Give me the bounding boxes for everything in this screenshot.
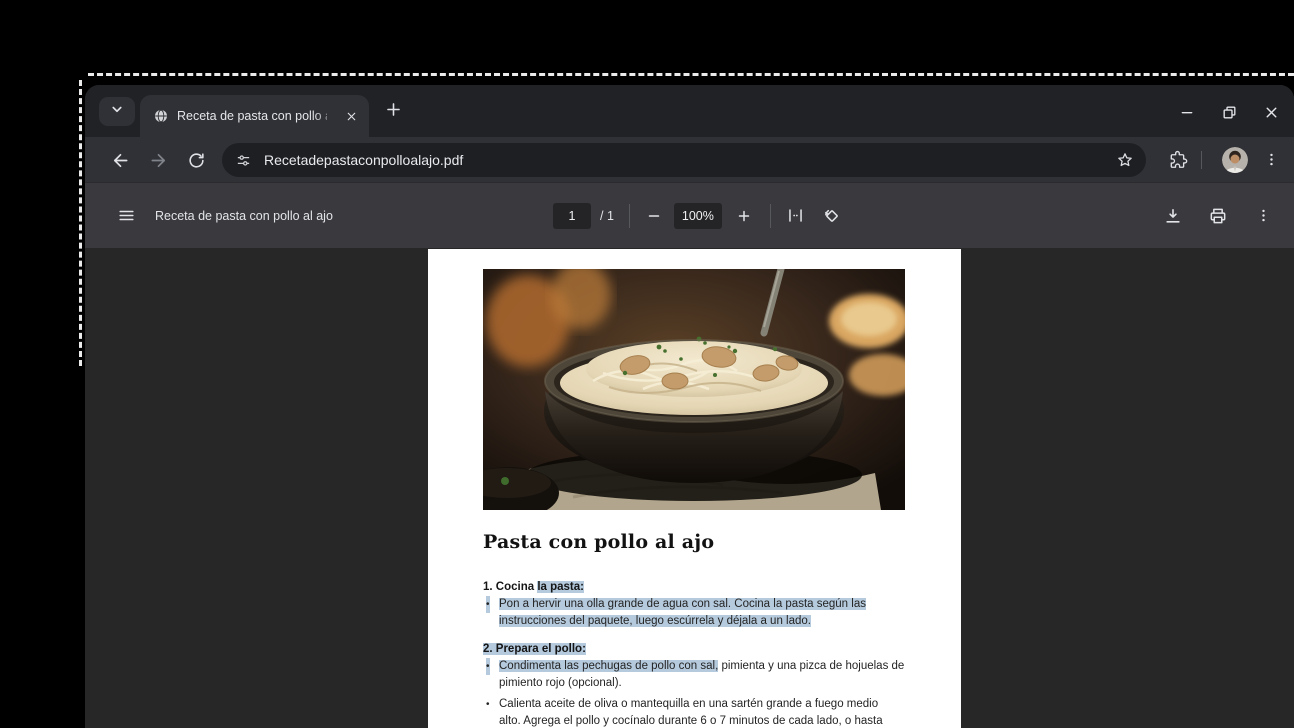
tab-receta-pdf[interactable]: Receta de pasta con pollo al ajo bbox=[140, 95, 369, 137]
zoom-out-icon[interactable] bbox=[641, 203, 667, 229]
reload-icon[interactable] bbox=[183, 147, 209, 173]
recipe-list: 1. Cocina la pasta:•Pon a hervir una oll… bbox=[483, 579, 928, 728]
recipe-line: Calienta aceite de oliva o mantequilla e… bbox=[499, 696, 928, 713]
pdf-toolbar-left: Receta de pasta con pollo al ajo bbox=[113, 183, 333, 248]
recipe-line: instrucciones del paquete, luego escúrre… bbox=[499, 613, 928, 630]
recipe-heading: 1. Cocina la pasta: bbox=[483, 579, 928, 596]
bullet-marker: • bbox=[486, 658, 490, 675]
text-segment: alto. Agrega el pollo y cocínalo durante… bbox=[499, 715, 883, 727]
capture-border-left bbox=[79, 80, 82, 366]
selected-text: Condimenta las pechugas de pollo con sal… bbox=[499, 660, 718, 672]
tab-title-fade bbox=[313, 95, 339, 137]
page-number-input[interactable]: 1 bbox=[553, 203, 591, 229]
pdf-viewport[interactable]: Pasta con pollo al ajo 1. Cocina la past… bbox=[85, 248, 1294, 728]
back-icon[interactable] bbox=[107, 147, 133, 173]
plus-icon bbox=[384, 100, 403, 124]
window-controls bbox=[1175, 100, 1283, 124]
address-bar[interactable]: Recetadepastaconpolloalajo.pdf bbox=[222, 143, 1146, 177]
zoom-level-value[interactable]: 100% bbox=[674, 203, 722, 229]
pdf-document-title: Receta de pasta con pollo al ajo bbox=[155, 209, 333, 223]
pdf-page[interactable]: Pasta con pollo al ajo 1. Cocina la past… bbox=[428, 249, 961, 728]
rotate-counterclockwise-icon[interactable] bbox=[819, 203, 845, 229]
browser-toolbar: Recetadepastaconpolloalajo.pdf bbox=[85, 137, 1294, 182]
url-text[interactable]: Recetadepastaconpolloalajo.pdf bbox=[264, 152, 1116, 168]
recipe-line: pimiento rojo (opcional). bbox=[499, 675, 928, 692]
pdf-toolbar: Receta de pasta con pollo al ajo 1 / 1 1… bbox=[85, 182, 1294, 248]
pdf-separator bbox=[770, 204, 771, 228]
window-restore-icon[interactable] bbox=[1217, 100, 1241, 124]
text-segment: pimienta y una pizca de hojuelas de bbox=[718, 660, 904, 672]
bookmark-star-icon[interactable] bbox=[1116, 151, 1134, 169]
pdf-menu-hamburger-icon[interactable] bbox=[113, 203, 139, 229]
pdf-separator bbox=[629, 204, 630, 228]
recipe-line: Pon a hervir una olla grande de agua con… bbox=[499, 596, 928, 613]
recipe-line: alto. Agrega el pollo y cocínalo durante… bbox=[499, 713, 928, 728]
window-minimize-icon[interactable] bbox=[1175, 100, 1199, 124]
selected-text: 2. Prepara el pollo: bbox=[483, 643, 586, 655]
extensions-puzzle-icon[interactable] bbox=[1165, 147, 1191, 173]
browser-menu-icon[interactable] bbox=[1258, 147, 1284, 173]
download-icon[interactable] bbox=[1160, 203, 1186, 229]
recipe-bullet: • Pon a hervir una olla grande de agua co… bbox=[483, 596, 928, 630]
bullet-marker: • bbox=[486, 696, 490, 713]
pdf-toolbar-center: 1 / 1 100% bbox=[553, 183, 845, 248]
page-total-label: / 1 bbox=[600, 209, 614, 223]
tab-search-button[interactable] bbox=[99, 97, 135, 126]
tab-strip: Receta de pasta con pollo al ajo bbox=[85, 85, 1294, 137]
new-tab-button[interactable] bbox=[381, 100, 405, 124]
screen: Receta de pasta con pollo al ajo bbox=[0, 0, 1294, 728]
toolbar-separator bbox=[1201, 151, 1202, 169]
selected-text: instrucciones del paquete, luego escúrre… bbox=[499, 615, 811, 627]
tab-close-icon[interactable] bbox=[341, 106, 361, 126]
profile-avatar[interactable] bbox=[1222, 147, 1248, 173]
document-title: Pasta con pollo al ajo bbox=[483, 531, 714, 553]
print-icon[interactable] bbox=[1205, 203, 1231, 229]
text-segment: pimiento rojo (opcional). bbox=[499, 677, 622, 689]
zoom-in-icon[interactable] bbox=[731, 203, 757, 229]
recipe-line: 2. Prepara el pollo: bbox=[483, 641, 928, 658]
selected-text: Pon a hervir una olla grande de agua con… bbox=[499, 598, 866, 610]
recipe-bullet: • Calienta aceite de oliva o mantequilla … bbox=[483, 696, 928, 728]
pdf-more-options-icon[interactable] bbox=[1250, 203, 1276, 229]
tab-title: Receta de pasta con pollo al ajo bbox=[177, 109, 327, 123]
selected-text: la pasta: bbox=[537, 581, 584, 593]
text-segment: 1. Cocina bbox=[483, 581, 537, 593]
site-settings-tune-icon[interactable] bbox=[235, 152, 252, 169]
fit-to-width-icon[interactable] bbox=[783, 203, 809, 229]
bullet-marker: • bbox=[486, 596, 490, 613]
toolbar-right-group bbox=[1165, 137, 1294, 182]
forward-icon[interactable] bbox=[145, 147, 171, 173]
window-close-icon[interactable] bbox=[1259, 100, 1283, 124]
recipe-heading: 2. Prepara el pollo: bbox=[483, 641, 928, 658]
recipe-line: Condimenta las pechugas de pollo con sal… bbox=[499, 658, 928, 675]
chevron-down-icon bbox=[108, 100, 126, 123]
browser-window: Receta de pasta con pollo al ajo bbox=[85, 85, 1294, 728]
recipe-line: 1. Cocina la pasta: bbox=[483, 579, 928, 596]
recipe-bullet: • Condimenta las pechugas de pollo con sa… bbox=[483, 658, 928, 692]
capture-border-top bbox=[88, 73, 1294, 76]
text-segment: Calienta aceite de oliva o mantequilla e… bbox=[499, 698, 878, 710]
globe-favicon-icon bbox=[153, 108, 169, 124]
pdf-toolbar-right bbox=[1160, 183, 1276, 248]
pasta-dish-photo bbox=[483, 269, 905, 510]
